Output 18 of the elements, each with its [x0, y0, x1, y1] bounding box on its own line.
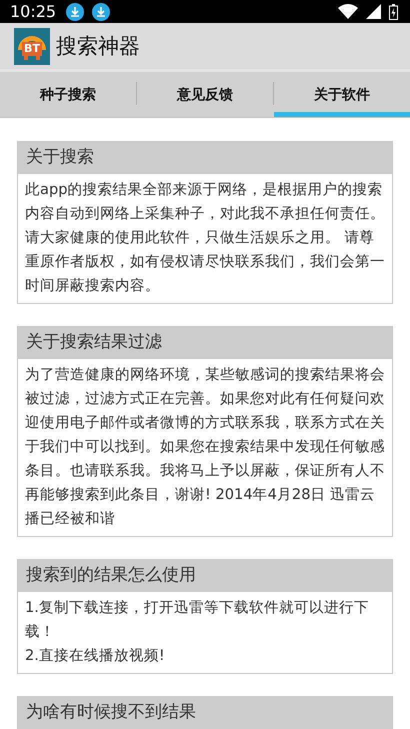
section-text: 为了营造健康的网络环境，某些敏感词的搜索结果将会被过滤，过滤方式正在完善。如果您对此有任何疑问欢迎使用电子邮件或者微博的方式联系我，联系方式在关于我们中可以找到。如果您在搜索结果中发现任何敏感条目。也请联系我。我将马上予以屏蔽，保证所有人不再能够搜索到此条目，谢谢! 2014年4月28日 迅雷云播已经被和谐 [25, 364, 385, 529]
wifi-icon [338, 4, 358, 20]
section-heading: 为啥有时候搜不到结果 [18, 696, 392, 729]
signal-icon [366, 4, 381, 20]
battery-icon [389, 4, 398, 20]
tab[interactable]: 意见反馈 [137, 72, 273, 117]
section-heading: 关于搜索 [18, 140, 392, 174]
download-icon [92, 2, 110, 21]
section-text: 2.直接在线播放视频! [25, 646, 166, 666]
app-logo: BT [14, 28, 50, 65]
section-text: 1.复制下载连接，打开迅雷等下载软件就可以进行下载！ [25, 598, 370, 642]
tab[interactable]: 种子搜索 [0, 72, 136, 117]
download-icon [66, 2, 84, 21]
section-heading: 搜索到的结果怎么使用 [18, 558, 392, 592]
section-text: 此app的搜索结果全部来源于网络，是根据用户的搜索内容自动到网络上采集种子，对此我不承担任何责任。请大家健康的使用此软件，只做生活娱乐之用。 请尊重原作者版权，如有侵权请尽快联系我们，我们会第一时间屏蔽搜索内容。 [25, 180, 385, 296]
status-time: 10:25 [10, 2, 56, 22]
app-title: 搜索神器 [56, 33, 140, 60]
section-heading: 关于搜索结果过滤 [18, 326, 392, 359]
